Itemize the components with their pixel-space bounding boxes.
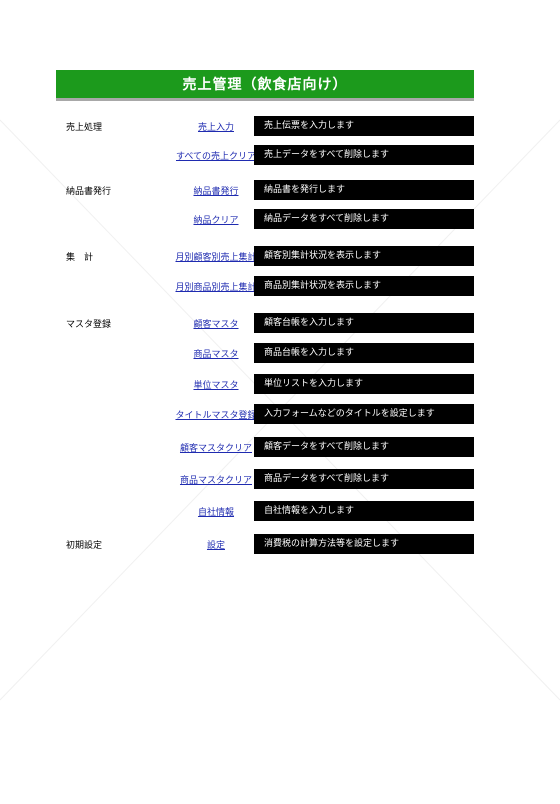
description-box: 売上データをすべて削除します <box>254 145 474 165</box>
menu-row: 初期設定 設定 消費税の計算方法等を設定します <box>56 534 476 556</box>
page-title: 売上管理（飲食店向け） <box>56 70 474 101</box>
description-box: 商品台帳を入力します <box>254 343 474 363</box>
description-box: 入力フォームなどのタイトルを設定します <box>254 404 474 424</box>
description-box: 商品別集計状況を表示します <box>254 276 474 296</box>
category-label: 集 計 <box>66 253 94 263</box>
menu-row: マスタ登録 顧客マスタ 顧客台帳を入力します <box>56 313 476 335</box>
menu-row: すべての売上クリア 売上データをすべて削除します <box>56 145 476 167</box>
category-label: マスタ登録 <box>66 320 112 330</box>
menu-row: 売上処理 売上入力 売上伝票を入力します <box>56 116 476 138</box>
description-box: 売上伝票を入力します <box>254 116 474 136</box>
menu-row: 月別商品別売上集計 商品別集計状況を表示します <box>56 276 476 298</box>
description-box: 顧客台帳を入力します <box>254 313 474 333</box>
menu-row: タイトルマスタ登録 入力フォームなどのタイトルを設定します <box>56 404 476 426</box>
category-label: 納品書発行 <box>66 187 112 197</box>
description-box: 納品書を発行します <box>254 180 474 200</box>
description-box: 消費税の計算方法等を設定します <box>254 534 474 554</box>
menu-row: 商品マスタクリア 商品データをすべて削除します <box>56 469 476 491</box>
menu-row: 単位マスタ 単位リストを入力します <box>56 374 476 396</box>
menu-row: 納品クリア 納品データをすべて削除します <box>56 209 476 231</box>
menu-row: 顧客マスタクリア 顧客データをすべて削除します <box>56 437 476 459</box>
menu-row: 集 計 月別顧客別売上集計 顧客別集計状況を表示します <box>56 246 476 268</box>
menu-row: 納品書発行 納品書発行 納品書を発行します <box>56 180 476 202</box>
description-box: 自社情報を入力します <box>254 501 474 521</box>
menu-row: 自社情報 自社情報を入力します <box>56 501 476 523</box>
category-label: 初期設定 <box>66 541 103 551</box>
description-box: 顧客別集計状況を表示します <box>254 246 474 266</box>
description-box: 商品データをすべて削除します <box>254 469 474 489</box>
menu-row: 商品マスタ 商品台帳を入力します <box>56 343 476 365</box>
description-box: 納品データをすべて削除します <box>254 209 474 229</box>
category-label: 売上処理 <box>66 123 103 133</box>
description-box: 単位リストを入力します <box>254 374 474 394</box>
description-box: 顧客データをすべて削除します <box>254 437 474 457</box>
